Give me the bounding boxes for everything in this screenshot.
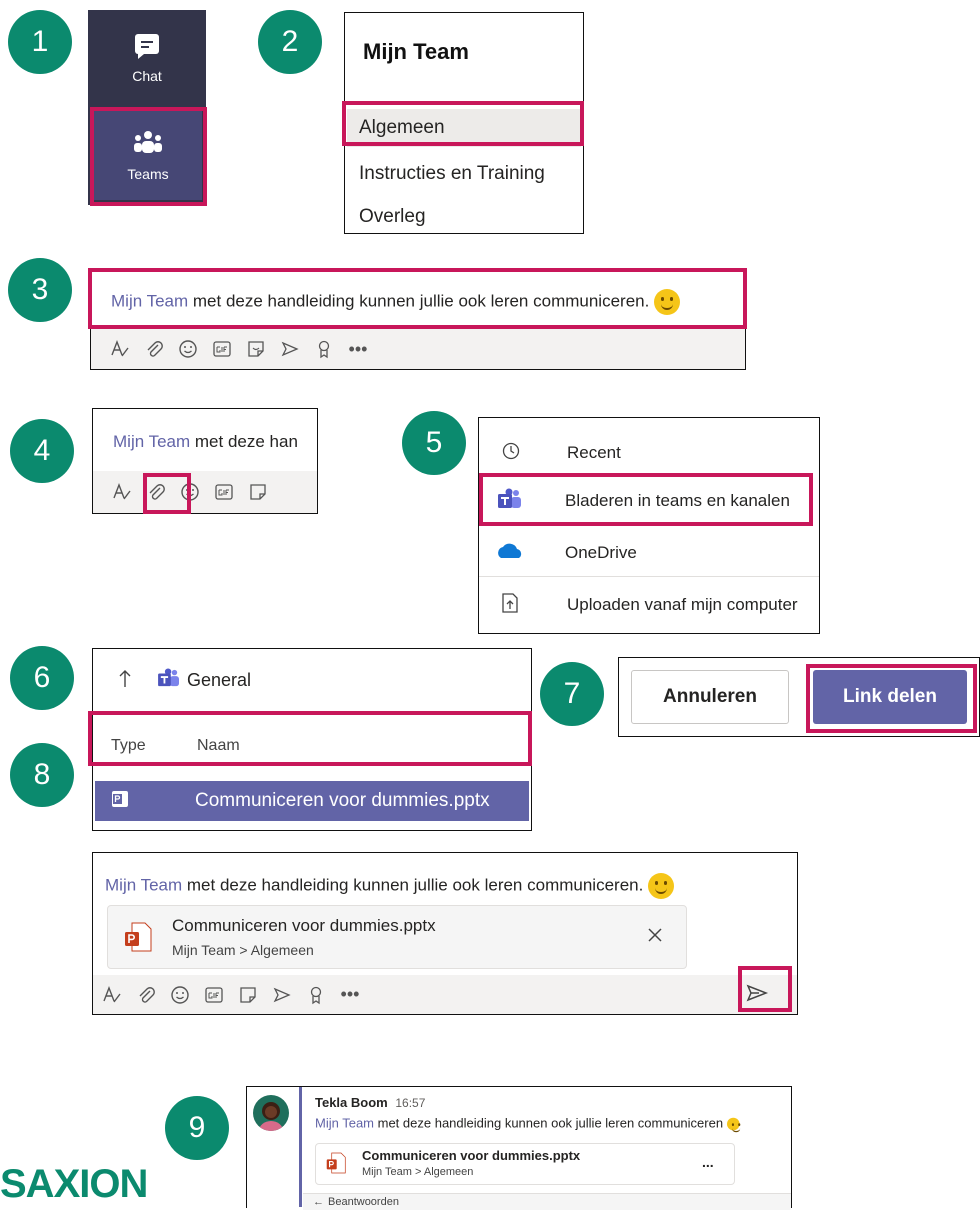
menu-label-onedrive: OneDrive <box>565 543 637 562</box>
posted-attachment-card[interactable]: Communiceren voor dummies.pptx Mijn Team… <box>315 1143 735 1185</box>
format-icon[interactable] <box>105 477 139 507</box>
message-header: Tekla Boom 16:57 <box>315 1095 425 1110</box>
step-badge-2: 2 <box>258 10 322 74</box>
more-options-icon[interactable]: ••• <box>341 334 375 364</box>
highlight-send <box>738 966 792 1012</box>
highlight-message <box>88 268 747 329</box>
menu-item-upload[interactable]: Uploaden vanaf mijn computer <box>479 582 819 628</box>
chat-label: Chat <box>132 68 162 84</box>
gif-icon[interactable] <box>207 477 241 507</box>
saxion-logo: SAXION <box>0 1162 148 1206</box>
posted-attachment-path: Mijn Team > Algemeen <box>362 1166 474 1178</box>
upload-icon <box>501 592 541 619</box>
posted-attachment-name: Communiceren voor dummies.pptx <box>362 1148 581 1163</box>
team-title: Mijn Team <box>363 39 469 64</box>
posted-message: Tekla Boom 16:57 Mijn Team met deze hand… <box>246 1086 792 1210</box>
menu-label-recent: Recent <box>567 443 621 462</box>
sticker-icon[interactable] <box>239 334 273 364</box>
compose-text[interactable]: Mijn Team met deze handleiding kunnen ju… <box>105 873 675 899</box>
message-accent-bar <box>299 1087 302 1207</box>
step-badge-4: 4 <box>10 419 74 483</box>
compose-toolbar-short <box>93 471 317 513</box>
highlight-algemeen <box>342 101 584 146</box>
compose-box-8: Mijn Team met deze handleiding kunnen ju… <box>92 852 798 1015</box>
attachment-path: Mijn Team > Algemeen <box>172 942 314 958</box>
channel-overleg[interactable]: Overleg <box>359 206 426 228</box>
message-text: met deze handleiding kunnen jullie ook l… <box>182 875 644 895</box>
emoji-icon[interactable] <box>171 334 205 364</box>
file-row[interactable]: Communiceren voor dummies.pptx <box>95 781 529 821</box>
step-badge-6: 6 <box>10 646 74 710</box>
emoji-icon[interactable] <box>163 980 197 1010</box>
posted-text: Mijn Team met deze handleiding kunnen oo… <box>315 1115 745 1133</box>
format-icon[interactable] <box>95 980 129 1010</box>
highlight-teams <box>90 107 207 206</box>
compose-toolbar: ••• <box>93 975 797 1014</box>
attachment-card[interactable]: Communiceren voor dummies.pptx Mijn Team… <box>107 905 687 969</box>
gif-icon[interactable] <box>197 980 231 1010</box>
highlight-file <box>88 711 532 766</box>
pptx-file-icon <box>111 790 129 813</box>
step-badge-8: 8 <box>10 743 74 807</box>
channel-instructies[interactable]: Instructies en Training <box>359 163 545 185</box>
reply-label: Beantwoorden <box>328 1196 399 1208</box>
meet-now-icon[interactable] <box>273 334 307 364</box>
highlight-attach <box>143 473 191 514</box>
onedrive-icon <box>495 542 541 565</box>
sticker-icon[interactable] <box>231 980 265 1010</box>
more-options-icon[interactable]: ... <box>702 1154 714 1170</box>
compose-text-short: Mijn Team met deze han <box>113 432 298 452</box>
highlight-browse <box>479 473 813 526</box>
menu-item-onedrive[interactable]: OneDrive <box>479 530 819 577</box>
compose-toolbar: ••• <box>91 329 745 369</box>
more-options-icon[interactable]: ••• <box>333 980 367 1010</box>
post-time: 16:57 <box>395 1096 426 1110</box>
reply-bar[interactable]: ← Beantwoorden <box>303 1193 791 1210</box>
reply-icon: ← <box>313 1196 324 1208</box>
highlight-share <box>806 664 977 733</box>
step-badge-1: 1 <box>8 10 72 74</box>
clock-icon <box>501 441 541 466</box>
step-badge-9: 9 <box>165 1096 229 1160</box>
meet-now-icon[interactable] <box>265 980 299 1010</box>
file-name: Communiceren voor dummies.pptx <box>195 790 490 811</box>
menu-label-upload: Uploaden vanaf mijn computer <box>567 595 798 614</box>
smiley-emoji-icon <box>726 1117 740 1133</box>
attach-icon[interactable] <box>137 334 171 364</box>
folder-name: General <box>187 670 252 690</box>
chat-rail-item[interactable]: Chat <box>88 10 206 105</box>
mention[interactable]: Mijn Team <box>113 432 190 451</box>
pptx-file-icon <box>326 1152 346 1179</box>
step-badge-7: 7 <box>540 662 604 726</box>
praise-icon[interactable] <box>307 334 341 364</box>
avatar <box>253 1095 289 1131</box>
format-icon[interactable] <box>103 334 137 364</box>
step-badge-3: 3 <box>8 258 72 322</box>
posted-body: met deze handleiding kunnen ook jullie l… <box>374 1115 724 1131</box>
attach-icon[interactable] <box>129 980 163 1010</box>
author-name: Tekla Boom <box>315 1095 388 1110</box>
arrow-up-icon[interactable] <box>117 667 133 694</box>
gif-icon[interactable] <box>205 334 239 364</box>
step-badge-5: 5 <box>402 411 466 475</box>
menu-item-recent[interactable]: Recent <box>479 430 819 476</box>
smiley-emoji-icon <box>648 873 675 899</box>
chat-icon <box>132 31 162 66</box>
file-browser-header: General <box>117 667 251 694</box>
sticker-icon[interactable] <box>241 477 275 507</box>
teams-logo-icon <box>157 668 181 693</box>
praise-icon[interactable] <box>299 980 333 1010</box>
message-text-short: met deze han <box>190 432 298 451</box>
cancel-button[interactable]: Annuleren <box>631 670 789 724</box>
mention[interactable]: Mijn Team <box>315 1115 374 1130</box>
close-icon[interactable] <box>646 926 664 949</box>
compose-box-4: Mijn Team met deze han <box>92 408 318 514</box>
attachment-name: Communiceren voor dummies.pptx <box>172 916 436 935</box>
pptx-file-icon <box>124 922 152 957</box>
mention[interactable]: Mijn Team <box>105 875 182 894</box>
